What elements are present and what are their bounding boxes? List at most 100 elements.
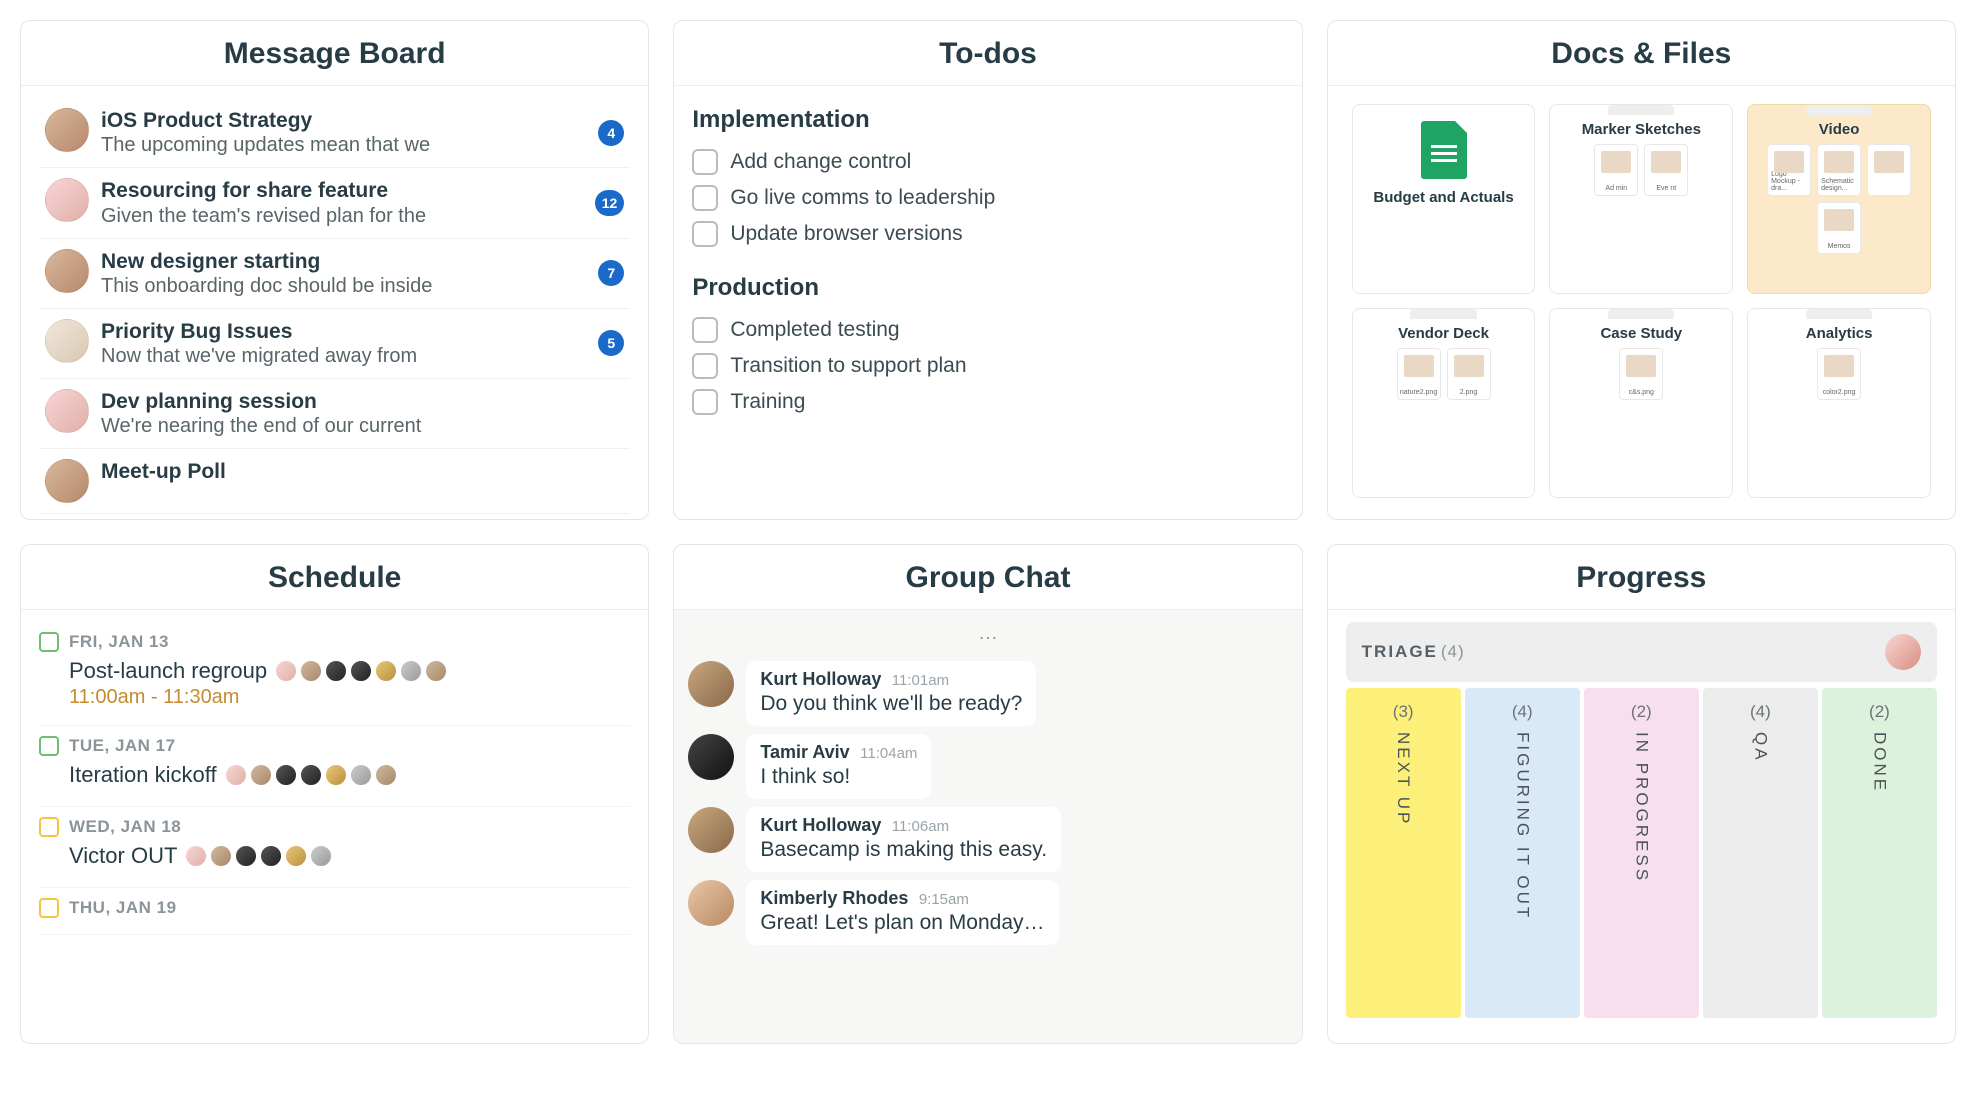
thumbnail: Eve nt [1644, 144, 1688, 196]
message-item[interactable]: Resourcing for share feature Given the t… [39, 168, 630, 238]
todo-item[interactable]: Training [692, 384, 1283, 420]
thumbnail: nature2.png [1397, 348, 1441, 400]
comment-count-badge: 4 [598, 120, 624, 146]
chat-message[interactable]: Tamir Aviv 11:04am I think so! [688, 734, 1287, 799]
comment-count-badge: 12 [595, 190, 625, 216]
progress-column-name: NEXT UP [1393, 732, 1413, 826]
message-board-card[interactable]: Message Board iOS Product Strategy The u… [20, 20, 649, 520]
doc-title: Vendor Deck [1398, 325, 1489, 342]
thumbnail: Schematic design... [1817, 144, 1861, 196]
avatar [1885, 634, 1921, 670]
thumbnail: color2.png [1817, 348, 1861, 400]
doc-card[interactable]: Budget and Actuals [1352, 104, 1536, 294]
chat-message[interactable]: Kurt Holloway 11:06am Basecamp is making… [688, 807, 1287, 872]
avatar [300, 660, 322, 682]
avatar [300, 764, 322, 786]
schedule-date: FRI, JAN 13 [69, 632, 169, 652]
message-board-body: iOS Product Strategy The upcoming update… [21, 86, 648, 519]
schedule-item[interactable]: FRI, JAN 13 Post-launch regroup 11:00am … [39, 622, 630, 726]
message-item[interactable]: Priority Bug Issues Now that we've migra… [39, 309, 630, 379]
checkbox-icon[interactable] [692, 353, 718, 379]
avatar [45, 249, 89, 293]
progress-count: (3) [1393, 702, 1414, 722]
todos-body: Implementation Add change control Go liv… [674, 86, 1301, 519]
folder-tab-icon [1410, 309, 1476, 319]
schedule-item[interactable]: THU, JAN 19 [39, 888, 630, 935]
doc-title: Marker Sketches [1582, 121, 1701, 138]
doc-card[interactable]: VideoLogo Mockup - dra...Schematic desig… [1747, 104, 1931, 294]
triage-bar[interactable]: TRIAGE(4) [1346, 622, 1937, 682]
avatar [688, 880, 734, 926]
todo-group-title[interactable]: Production [692, 274, 1283, 302]
checkbox-icon[interactable] [692, 221, 718, 247]
message-preview: This onboarding doc should be inside [101, 275, 586, 298]
thumbnail: Logo Mockup - dra... [1767, 144, 1811, 196]
todo-item[interactable]: Completed testing [692, 312, 1283, 348]
schedule-item[interactable]: WED, JAN 18 Victor OUT [39, 807, 630, 888]
progress-card[interactable]: Progress TRIAGE(4) (3) NEXT UP (4) FIGUR… [1327, 544, 1956, 1044]
message-preview: The upcoming updates mean that we [101, 134, 586, 157]
progress-column[interactable]: (4) FIGURING IT OUT [1465, 688, 1580, 1018]
todo-item[interactable]: Update browser versions [692, 216, 1283, 252]
thumbnail: 2.png [1447, 348, 1491, 400]
chat-message[interactable]: Kurt Holloway 11:01am Do you think we'll… [688, 661, 1287, 726]
schedule-event: Iteration kickoff [69, 762, 217, 788]
checkbox-icon[interactable] [692, 149, 718, 175]
chat-message[interactable]: Kimberly Rhodes 9:15am Great! Let's plan… [688, 880, 1287, 945]
message-preview: Now that we've migrated away from [101, 345, 586, 368]
schedule-date: WED, JAN 18 [69, 817, 181, 837]
todo-label: Add change control [730, 150, 911, 174]
doc-card[interactable]: Marker SketchesAd minEve nt [1549, 104, 1733, 294]
todo-label: Transition to support plan [730, 354, 966, 378]
message-preview: We're nearing the end of our current [101, 415, 624, 438]
todo-item[interactable]: Transition to support plan [692, 348, 1283, 384]
message-title: New designer starting [101, 249, 586, 275]
avatar [275, 764, 297, 786]
doc-title: Analytics [1806, 325, 1873, 342]
chat-text: Do you think we'll be ready? [760, 692, 1022, 716]
folder-tab-icon [1608, 105, 1674, 115]
chat-text: I think so! [760, 765, 917, 789]
message-preview: Given the team's revised plan for the [101, 205, 583, 228]
calendar-icon [39, 632, 59, 652]
todos-card[interactable]: To-dos Implementation Add change control… [673, 20, 1302, 520]
doc-title: Case Study [1600, 325, 1682, 342]
chat-author: Kurt Holloway [760, 669, 881, 689]
message-item[interactable]: New designer starting This onboarding do… [39, 239, 630, 309]
progress-column[interactable]: (2) DONE [1822, 688, 1937, 1018]
docs-title: Docs & Files [1328, 21, 1955, 86]
message-item[interactable]: Dev planning session We're nearing the e… [39, 379, 630, 449]
avatar [325, 764, 347, 786]
schedule-date: THU, JAN 19 [69, 898, 177, 918]
schedule-item[interactable]: TUE, JAN 17 Iteration kickoff [39, 726, 630, 807]
folder-tab-icon [1806, 309, 1872, 319]
progress-count: (2) [1631, 702, 1652, 722]
message-item[interactable]: iOS Product Strategy The upcoming update… [39, 98, 630, 168]
checkbox-icon[interactable] [692, 185, 718, 211]
todo-item[interactable]: Go live comms to leadership [692, 180, 1283, 216]
doc-card[interactable]: Analytics color2.png [1747, 308, 1931, 498]
message-board-title: Message Board [21, 21, 648, 86]
message-title: Resourcing for share feature [101, 178, 583, 204]
todo-label: Go live comms to leadership [730, 186, 995, 210]
checkbox-icon[interactable] [692, 317, 718, 343]
doc-card[interactable]: Case Study c&s.png [1549, 308, 1733, 498]
progress-column[interactable]: (2) IN PROGRESS [1584, 688, 1699, 1018]
progress-column[interactable]: (3) NEXT UP [1346, 688, 1461, 1018]
chat-time: 11:01am [892, 672, 949, 689]
message-title: Dev planning session [101, 389, 624, 415]
avatar [285, 845, 307, 867]
avatar [210, 845, 232, 867]
todo-item[interactable]: Add change control [692, 144, 1283, 180]
progress-column[interactable]: (4) QA [1703, 688, 1818, 1018]
thumbnail: c&s.png [1619, 348, 1663, 400]
message-item[interactable]: Meet-up Poll [39, 449, 630, 514]
docs-card[interactable]: Docs & Files Budget and ActualsMarker Sk… [1327, 20, 1956, 520]
checkbox-icon[interactable] [692, 389, 718, 415]
chat-card[interactable]: Group Chat … Kurt Holloway 11:01am Do yo… [673, 544, 1302, 1044]
todo-group-title[interactable]: Implementation [692, 106, 1283, 134]
comment-count-badge: 7 [598, 260, 624, 286]
progress-column-name: IN PROGRESS [1631, 732, 1651, 883]
doc-card[interactable]: Vendor Deck nature2.png2.png [1352, 308, 1536, 498]
schedule-card[interactable]: Schedule FRI, JAN 13 Post-launch regroup… [20, 544, 649, 1044]
